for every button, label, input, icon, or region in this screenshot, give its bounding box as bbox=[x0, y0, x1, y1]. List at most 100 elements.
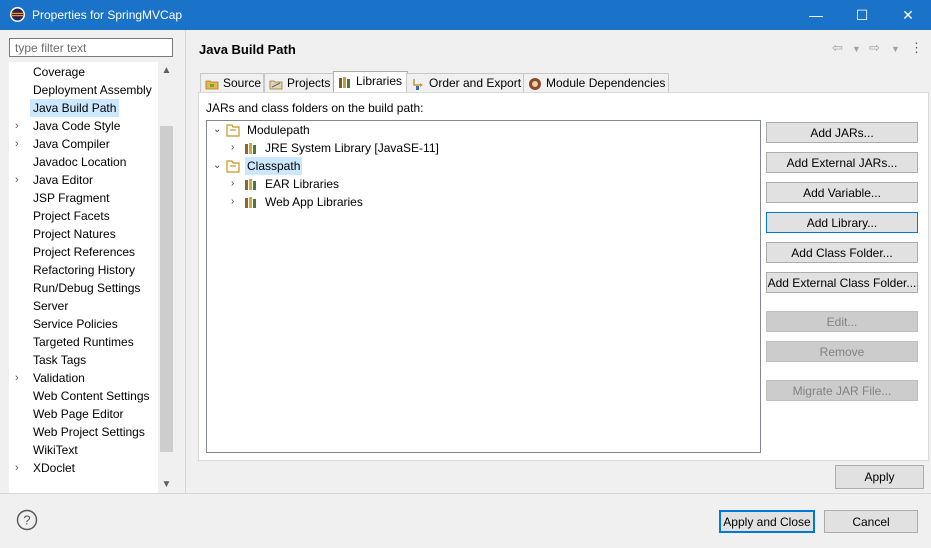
nav-item[interactable]: Project References bbox=[9, 243, 159, 261]
title-bar: Properties for SpringMVCap — ☐ ✕ bbox=[0, 0, 931, 30]
remove-button[interactable]: Remove bbox=[766, 341, 918, 362]
add-jars-button[interactable]: Add JARs... bbox=[766, 122, 918, 143]
cancel-button[interactable]: Cancel bbox=[824, 510, 918, 533]
tab-projects[interactable]: Projects bbox=[264, 73, 334, 93]
tab-label: Projects bbox=[287, 76, 331, 90]
library-icon bbox=[245, 143, 256, 154]
nav-item[interactable]: › XDoclet bbox=[9, 459, 159, 477]
build-path-label: JARs and class folders on the build path… bbox=[206, 101, 424, 115]
page-title: Java Build Path bbox=[199, 42, 296, 57]
chevron-right-icon[interactable]: › bbox=[15, 135, 19, 153]
nav-item[interactable]: › Java Editor bbox=[9, 171, 159, 189]
nav-item-label: Project References bbox=[33, 245, 136, 259]
tab-order-and-export[interactable]: Order and Export bbox=[406, 73, 524, 93]
forward-menu-chevron-icon[interactable]: ▼ bbox=[891, 44, 900, 54]
source-folder-icon bbox=[205, 80, 219, 90]
view-menu-icon[interactable]: ⋮ bbox=[910, 40, 923, 56]
nav-item[interactable]: Deployment Assembly bbox=[9, 81, 159, 99]
nav-item-label: JSP Fragment bbox=[33, 191, 110, 205]
tab-source[interactable]: Source bbox=[200, 73, 264, 93]
nav-item[interactable]: JSP Fragment bbox=[9, 189, 159, 207]
nav-item-label: Web Content Settings bbox=[33, 389, 150, 403]
close-button[interactable]: ✕ bbox=[885, 0, 931, 30]
nav-item[interactable]: Web Content Settings bbox=[9, 387, 159, 405]
classpath-container-icon bbox=[226, 160, 240, 173]
nav-item[interactable]: › Java Compiler bbox=[9, 135, 159, 153]
property-page-tree: Coverage Deployment Assembly Java Build Pa… bbox=[9, 62, 175, 493]
tab-module-dependencies[interactable]: Module Dependencies bbox=[523, 73, 669, 93]
tree-node-label: JRE System Library [JavaSE-11] bbox=[265, 141, 439, 155]
apply-button[interactable]: Apply bbox=[835, 465, 924, 489]
tab-libraries[interactable]: Libraries bbox=[333, 71, 408, 93]
classpath-container-icon bbox=[226, 124, 240, 137]
nav-item[interactable]: Javadoc Location bbox=[9, 153, 159, 171]
scroll-thumb[interactable] bbox=[160, 126, 173, 452]
svg-text:?: ? bbox=[23, 513, 30, 528]
add-external-class-folder-button[interactable]: Add External Class Folder... bbox=[766, 272, 918, 293]
nav-item-label: Validation bbox=[33, 371, 85, 385]
build-path-tree[interactable]: ⌄ Modulepath › JRE System Library [JavaS… bbox=[206, 120, 761, 453]
nav-item-label: Java Editor bbox=[33, 173, 94, 187]
nav-item[interactable]: Server bbox=[9, 297, 159, 315]
scroll-up-icon[interactable]: ▲ bbox=[158, 62, 175, 79]
nav-item-label: Java Compiler bbox=[33, 137, 110, 151]
nav-item-label: WikiText bbox=[33, 443, 78, 457]
back-menu-chevron-icon[interactable]: ▼ bbox=[852, 44, 861, 54]
chevron-right-icon[interactable]: › bbox=[231, 139, 234, 157]
scroll-down-icon[interactable]: ▼ bbox=[158, 476, 175, 493]
maximize-button[interactable]: ☐ bbox=[839, 0, 885, 30]
add-external-jars-button[interactable]: Add External JARs... bbox=[766, 152, 918, 173]
nav-item-label: Server bbox=[33, 299, 69, 313]
nav-item-label: Run/Debug Settings bbox=[33, 281, 141, 295]
nav-item-label: Web Project Settings bbox=[33, 425, 145, 439]
nav-item[interactable]: › Validation bbox=[9, 369, 159, 387]
sash[interactable] bbox=[185, 30, 186, 493]
nav-item[interactable]: Task Tags bbox=[9, 351, 159, 369]
nav-item[interactable]: Coverage bbox=[9, 63, 159, 81]
minimize-button[interactable]: — bbox=[793, 0, 839, 30]
nav-item[interactable]: Web Page Editor bbox=[9, 405, 159, 423]
nav-item-label: Refactoring History bbox=[33, 263, 136, 277]
tab-label: Libraries bbox=[356, 74, 403, 88]
window-title: Properties for SpringMVCap bbox=[32, 8, 183, 22]
chevron-right-icon[interactable]: › bbox=[15, 459, 19, 477]
add-library-button[interactable]: Add Library... bbox=[766, 212, 918, 233]
tab-label: Module Dependencies bbox=[546, 76, 666, 90]
chevron-down-icon[interactable]: ⌄ bbox=[213, 157, 221, 175]
nav-item[interactable]: › Java Code Style bbox=[9, 117, 159, 135]
add-class-folder-button[interactable]: Add Class Folder... bbox=[766, 242, 918, 263]
nav-item[interactable]: Refactoring History bbox=[9, 261, 159, 279]
chevron-right-icon[interactable]: › bbox=[231, 193, 234, 211]
tree-node-label: Modulepath bbox=[247, 123, 310, 137]
nav-item[interactable]: Java Build Path bbox=[9, 99, 159, 117]
nav-item[interactable]: Web Project Settings bbox=[9, 423, 159, 441]
nav-item[interactable]: Service Policies bbox=[9, 315, 159, 333]
nav-item[interactable]: Project Facets bbox=[9, 207, 159, 225]
back-arrow-icon[interactable]: ⇦ bbox=[832, 40, 843, 56]
nav-item-label: Web Page Editor bbox=[33, 407, 124, 421]
chevron-right-icon[interactable]: › bbox=[15, 171, 19, 189]
nav-scrollbar[interactable]: ▲ ▼ bbox=[158, 62, 175, 493]
edit-button[interactable]: Edit... bbox=[766, 311, 918, 332]
forward-arrow-icon[interactable]: ⇨ bbox=[869, 40, 880, 56]
chevron-right-icon[interactable]: › bbox=[231, 175, 234, 193]
eclipse-icon bbox=[10, 7, 25, 22]
nav-item[interactable]: WikiText bbox=[9, 441, 159, 459]
nav-item-label: Task Tags bbox=[33, 353, 87, 367]
nav-item-label: Java Code Style bbox=[33, 119, 121, 133]
nav-item[interactable]: Run/Debug Settings bbox=[9, 279, 159, 297]
add-variable-button[interactable]: Add Variable... bbox=[766, 182, 918, 203]
order-export-icon bbox=[413, 79, 423, 90]
migrate-jar-file-button[interactable]: Migrate JAR File... bbox=[766, 380, 918, 401]
nav-item-label: Java Build Path bbox=[30, 99, 120, 117]
apply-and-close-button[interactable]: Apply and Close bbox=[719, 510, 815, 533]
chevron-down-icon[interactable]: ⌄ bbox=[213, 121, 221, 139]
chevron-right-icon[interactable]: › bbox=[15, 117, 19, 135]
chevron-right-icon[interactable]: › bbox=[15, 369, 19, 387]
library-icon bbox=[245, 197, 256, 208]
nav-item[interactable]: Targeted Runtimes bbox=[9, 333, 159, 351]
nav-item-label: Project Facets bbox=[33, 209, 110, 223]
filter-input[interactable] bbox=[9, 38, 173, 57]
help-icon[interactable]: ? bbox=[16, 509, 38, 531]
nav-item[interactable]: Project Natures bbox=[9, 225, 159, 243]
